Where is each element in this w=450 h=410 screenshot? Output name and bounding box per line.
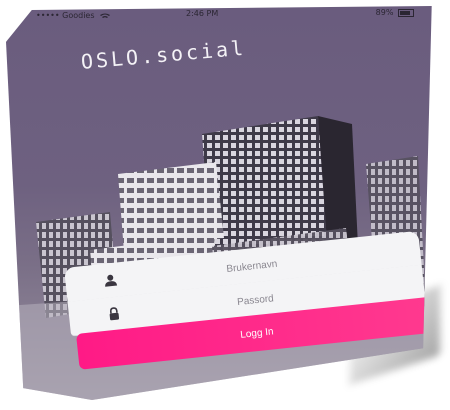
wifi-icon bbox=[100, 13, 111, 18]
carrier-text: ••••• Goodies bbox=[36, 11, 95, 20]
status-battery: 89% bbox=[376, 8, 414, 17]
battery-percent: 89% bbox=[375, 8, 394, 17]
phone-screen-wrapper: ••••• Goodies 2:46 PM 89% OSLO.social Br… bbox=[6, 6, 436, 404]
status-bar: ••••• Goodies 2:46 PM 89% bbox=[36, 8, 426, 24]
battery-icon bbox=[398, 8, 414, 17]
status-time: 2:46 PM bbox=[186, 9, 219, 18]
app-screenshot: ••••• Goodies 2:46 PM 89% OSLO.social Br… bbox=[0, 0, 450, 410]
phone-screen: ••••• Goodies 2:46 PM 89% OSLO.social Br… bbox=[6, 6, 432, 401]
user-icon bbox=[105, 274, 118, 287]
lock-icon bbox=[109, 307, 120, 321]
status-carrier: ••••• Goodies bbox=[36, 11, 111, 20]
